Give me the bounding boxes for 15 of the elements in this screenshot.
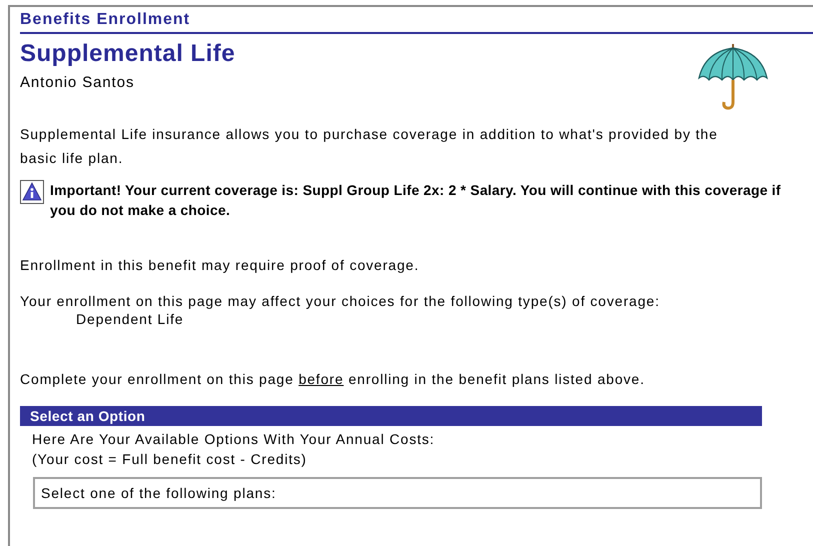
option-info-text: Here Are Your Available Options With Your Annual Costs: bbox=[32, 430, 436, 449]
coverage-type: Dependent Life bbox=[75, 310, 185, 328]
notice-text: Important! Your current coverage is: Suppl Group Life 2x: 2 * Salary. You will continue with this coverage if you do not make a choice. bbox=[50, 181, 782, 220]
option-info-text: (Your cost = Full benefit cost - Credits) bbox=[32, 450, 308, 469]
proof-note: Enrollment in this benefit may require proof of coverage. bbox=[20, 256, 420, 274]
section-header: Select an Option bbox=[20, 406, 762, 426]
affects-text: Your enrollment on this page may affect your choices for the following type(s) of coverage: bbox=[20, 292, 661, 310]
complete-note: Complete your enrollment on this page before enrolling in the benefit plans listed above. bbox=[20, 370, 646, 388]
umbrella-icon bbox=[697, 42, 769, 112]
employee-name: Antonio Santos bbox=[20, 74, 136, 92]
plans-box: Select one of the following plans: bbox=[33, 477, 762, 509]
info-icon bbox=[20, 180, 44, 204]
intro-text: Supplemental Life insurance allows you to purchase coverage in addition to what's provided by the basic life plan. bbox=[20, 125, 719, 168]
page-title: Supplemental Life bbox=[20, 40, 236, 68]
header-title: Benefits Enrollment bbox=[20, 11, 192, 29]
